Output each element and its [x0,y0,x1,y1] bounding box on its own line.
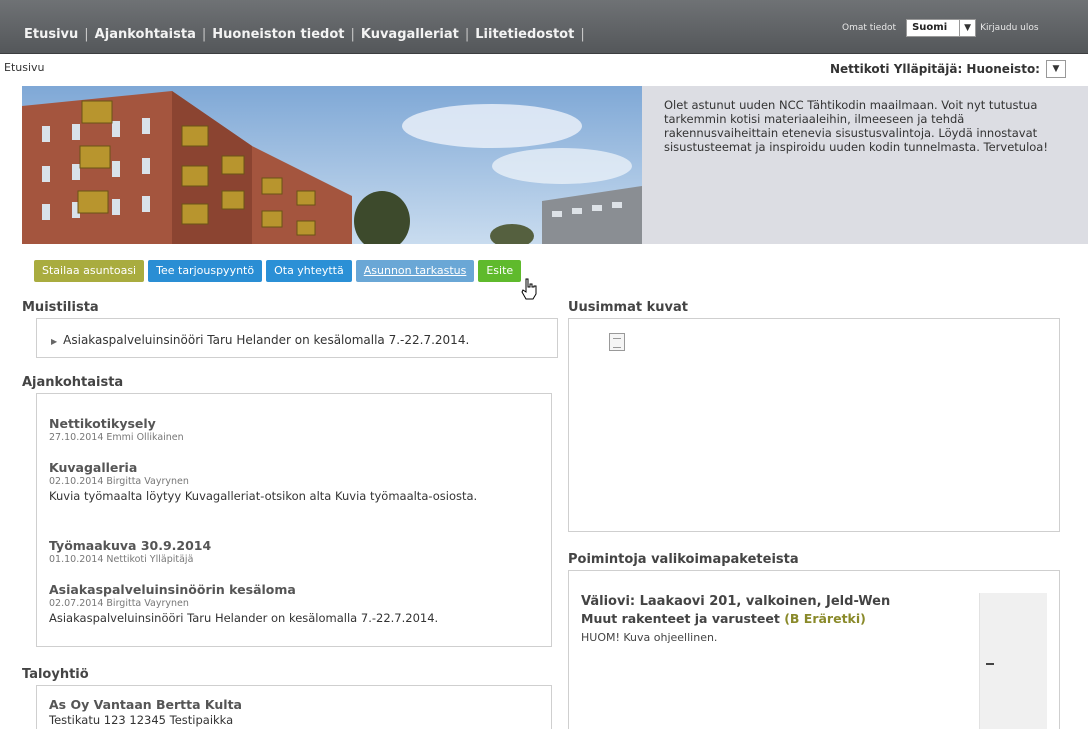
brochure-button[interactable]: Esite [478,260,522,282]
nav-separator: | [580,27,585,42]
nav-separator: | [84,27,89,42]
top-navigation-bar: Etusivu | Ajankohtaista | Huoneiston tiedot |… [0,0,1088,54]
photos-panel [568,318,1060,532]
memo-item-text: Asiakaspalveluinsinööri Taru Helander on… [63,333,470,347]
building-photo [22,86,642,244]
nav-separator: | [350,27,355,42]
logout-link[interactable]: Kirjaudu ulos [980,23,1039,33]
language-select[interactable]: Suomi ▼ [906,19,977,37]
nav-liitetiedostot[interactable]: Liitetiedostot [475,27,574,42]
language-value[interactable]: Suomi [906,19,961,37]
my-info-link[interactable]: Omat tiedot [842,23,896,33]
news-item[interactable]: Kuvagalleria 02.10.2014 Birgitta Vayryne… [49,460,539,503]
news-item[interactable]: Asiakaspalveluinsinöörin kesäloma 02.07.… [49,582,549,625]
picks-panel: Väliovi: Laakaovi 201, valkoinen, Jeld-W… [568,570,1060,729]
pick-category: Muut rakenteet ja varusteet [581,611,780,626]
company-name: As Oy Vantaan Bertta Kulta [49,697,242,712]
news-title[interactable]: Nettikotikysely [49,416,184,431]
memo-heading: Muistilista [22,300,99,315]
news-heading: Ajankohtaista [22,375,124,390]
nav-ajankohtaista[interactable]: Ajankohtaista [95,27,196,42]
nav-etusivu[interactable]: Etusivu [24,27,78,42]
news-meta: 27.10.2014 Emmi Ollikainen [49,432,184,443]
nav-separator: | [201,27,207,42]
pick-product-name[interactable]: Väliovi: Laakaovi 201, valkoinen, Jeld-W… [581,593,961,610]
style-apartment-button[interactable]: Stailaa asuntoasi [34,260,145,282]
nav-kuvagalleriat[interactable]: Kuvagalleriat [361,27,459,42]
main-nav: Etusivu | Ajankohtaista | Huoneiston tiedot |… [24,27,591,42]
news-meta: 02.07.2014 Birgitta Vayrynen [49,598,189,609]
nav-huoneiston-tiedot[interactable]: Huoneiston tiedot [212,27,344,42]
admin-apartment-selector: Nettikoti Ylläpitäjä: Huoneisto: ▼ [830,60,1066,78]
news-item[interactable]: Työmaakuva 30.9.2014 01.10.2014 Nettikot… [49,538,211,565]
picks-heading: Poimintoja valikoimapaketeista [568,552,799,567]
memo-item[interactable]: ▶ Asiakaspalveluinsinööri Taru Helander o… [51,333,469,347]
news-meta: 02.10.2014 Birgitta Vayrynen [49,476,189,487]
hero-banner: Olet astunut uuden NCC Tähtikodin maailm… [22,86,1088,244]
memo-panel: ▶ Asiakaspalveluinsinööri Taru Helander o… [36,318,558,358]
nav-separator: | [464,27,470,42]
news-title[interactable]: Työmaakuva 30.9.2014 [49,538,211,553]
company-panel: As Oy Vantaan Bertta Kulta Testikatu 123… [36,685,552,729]
news-title[interactable]: Kuvagalleria [49,460,539,475]
pick-note: HUOM! Kuva ohjeellinen. [581,631,718,644]
company-address: Testikatu 123 12345 Testipaikka [49,713,234,727]
news-body: Asiakaspalveluinsinööri Taru Helander on… [49,611,439,625]
chevron-down-icon[interactable]: ▼ [960,19,977,37]
request-quote-button[interactable]: Tee tarjouspyyntö [148,260,263,282]
door-handle-icon [986,663,994,665]
photos-heading: Uusimmat kuvat [568,300,688,315]
company-heading: Taloyhtiö [22,667,89,682]
pick-tag: (B Eräretki) [784,611,866,626]
user-tools: Omat tiedot Suomi ▼ Kirjaudu ulos [842,17,1039,39]
news-body: Kuvia työmaalta löytyy Kuvagalleriat-ots… [49,489,478,503]
door-image[interactable] [979,593,1047,729]
news-title[interactable]: Asiakaspalveluinsinöörin kesäloma [49,582,549,597]
triangle-right-icon: ▶ [51,337,58,346]
apartment-inspection-button[interactable]: Asunnon tarkastus [355,260,475,282]
admin-label: Nettikoti Ylläpitäjä: Huoneisto: [830,62,1040,76]
news-item[interactable]: Nettikotikysely 27.10.2014 Emmi Ollikain… [49,416,184,443]
action-buttons: Stailaa asuntoasi Tee tarjouspyyntö Ota … [34,260,522,282]
apartment-select-chevron-icon[interactable]: ▼ [1045,60,1066,78]
contact-button[interactable]: Ota yhteyttä [266,260,352,282]
hand-cursor-icon [520,278,538,304]
breadcrumb[interactable]: Etusivu [4,61,45,74]
broken-image-icon[interactable] [609,333,625,351]
news-panel: Nettikotikysely 27.10.2014 Emmi Ollikain… [36,393,552,647]
news-meta: 01.10.2014 Nettikoti Ylläpitäjä [49,554,194,565]
pick-title[interactable]: Väliovi: Laakaovi 201, valkoinen, Jeld-W… [581,593,961,627]
welcome-text: Olet astunut uuden NCC Tähtikodin maailm… [664,98,1048,154]
